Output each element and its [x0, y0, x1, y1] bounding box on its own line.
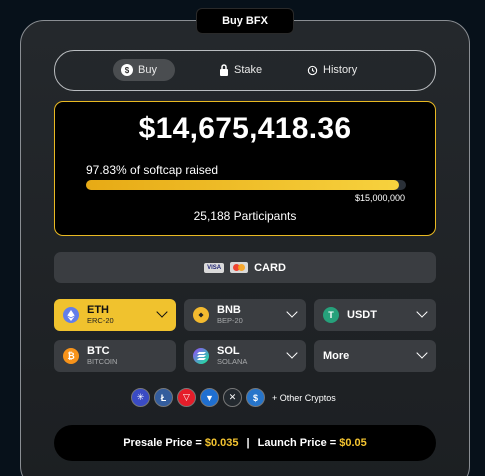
xrp-icon[interactable]: ✕: [223, 388, 242, 407]
presale-price-value: $0.035: [204, 437, 239, 449]
tab-history[interactable]: History: [299, 59, 365, 81]
progress-bar: [86, 180, 406, 190]
coin-network: BITCOIN: [87, 357, 118, 367]
coin-more[interactable]: More: [314, 340, 436, 372]
price-bar: Presale Price = $0.035 | Launch Price = …: [54, 425, 436, 461]
presale-price-label: Presale Price =: [123, 437, 202, 449]
coin-sol[interactable]: SOL SOLANA: [184, 340, 306, 372]
progress-bar-fill: [86, 180, 400, 190]
tab-buy-label: Buy: [138, 64, 157, 76]
tron-icon[interactable]: ▽: [177, 388, 196, 407]
tether-icon: T: [323, 307, 339, 323]
other-cryptos-row: ✳ Ł ▽ ▼ ✕ $ + Other Cryptos: [131, 388, 336, 407]
coin-usdt[interactable]: T USDT: [314, 299, 436, 331]
coin-eth[interactable]: ETH ERC-20: [54, 299, 176, 331]
chevron-down-icon: [416, 306, 428, 318]
coin-name: SOL: [217, 345, 240, 358]
card-label: CARD: [254, 261, 286, 274]
coin-bnb[interactable]: BNB BEP-20: [184, 299, 306, 331]
bnb-icon: [193, 307, 209, 323]
coin-network: SOLANA: [217, 357, 248, 367]
launch-price-label: Launch Price =: [257, 437, 337, 449]
coin-btc[interactable]: ₿ BTC BITCOIN: [54, 340, 176, 372]
chevron-down-icon: [156, 306, 168, 318]
tab-stake-label: Stake: [234, 64, 263, 76]
price-separator: |: [246, 437, 250, 449]
shiba-icon[interactable]: ▼: [200, 388, 219, 407]
coin-name: BNB: [217, 304, 241, 317]
launch-price-value: $0.05: [339, 437, 367, 449]
dollar-coin-icon: $: [121, 64, 133, 76]
visa-icon: VISA: [204, 262, 225, 273]
history-icon: [307, 65, 318, 75]
bitcoin-icon: ₿: [63, 348, 79, 364]
coin-network: ERC-20: [87, 316, 114, 326]
coin-name: BTC: [87, 345, 110, 358]
chevron-down-icon: [286, 347, 298, 359]
buy-bfx-tab[interactable]: Buy BFX: [196, 8, 294, 34]
tab-stake[interactable]: Stake: [211, 59, 270, 81]
solana-icon: [193, 348, 209, 364]
other-cryptos-label[interactable]: + Other Cryptos: [272, 393, 336, 403]
chevron-down-icon: [286, 306, 298, 318]
participants-count: 25,188 Participants: [193, 209, 297, 223]
card-payment-button[interactable]: VISA CARD: [54, 252, 436, 283]
cardano-icon[interactable]: ✳: [131, 388, 150, 407]
chevron-down-icon: [416, 347, 428, 359]
usdc-icon[interactable]: $: [246, 388, 265, 407]
mastercard-icon: [230, 262, 249, 273]
raised-amount: $14,675,418.36: [138, 112, 352, 145]
coin-name: USDT: [347, 308, 377, 321]
lock-icon: [220, 64, 228, 76]
coin-network: BEP-20: [217, 316, 243, 326]
raised-panel: $14,675,418.36 97.83% of softcap raised …: [54, 101, 436, 236]
nav-tabs: $ Buy Stake History: [54, 50, 436, 91]
tab-buy[interactable]: $ Buy: [113, 59, 175, 81]
tab-history-label: History: [323, 64, 358, 76]
softcap-goal: $15,000,000: [354, 193, 405, 203]
litecoin-icon[interactable]: Ł: [154, 388, 173, 407]
coin-name: ETH: [87, 304, 109, 317]
softcap-text: 97.83% of softcap raised: [86, 163, 219, 177]
ethereum-icon: [63, 307, 79, 323]
coin-name: More: [323, 349, 350, 362]
